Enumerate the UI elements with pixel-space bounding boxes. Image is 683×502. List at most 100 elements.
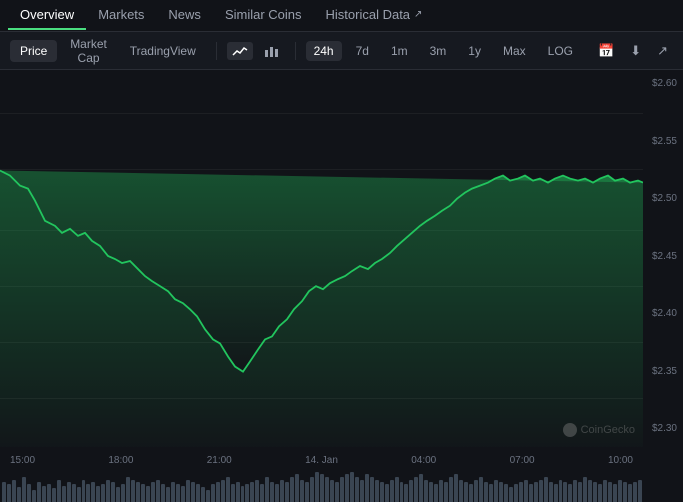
volume-bar xyxy=(52,488,56,502)
y-axis: $2.60 $2.55 $2.50 $2.45 $2.40 $2.35 $2.3… xyxy=(652,70,677,442)
volume-bar xyxy=(499,482,503,502)
volume-bar xyxy=(400,482,404,502)
volume-bar xyxy=(32,490,36,502)
volume-bar xyxy=(156,480,160,502)
volume-bar xyxy=(17,487,21,502)
volume-bar xyxy=(613,484,617,502)
volume-bar xyxy=(534,482,538,502)
1m-button[interactable]: 1m xyxy=(383,41,416,61)
external-link-icon: ↗ xyxy=(414,9,422,20)
volume-bar xyxy=(414,477,418,502)
volume-bar xyxy=(12,480,16,502)
volume-bar xyxy=(380,482,384,502)
tab-overview[interactable]: Overview xyxy=(8,1,86,30)
volume-bar xyxy=(295,474,299,502)
volume-bar xyxy=(37,482,41,502)
tab-similar-coins[interactable]: Similar Coins xyxy=(213,1,314,30)
volume-bar xyxy=(474,480,478,502)
volume-bar xyxy=(365,474,369,502)
download-button[interactable]: ⬇ xyxy=(625,40,646,62)
y-label-4: $2.45 xyxy=(652,251,677,262)
tab-historical-data[interactable]: Historical Data ↗ xyxy=(314,1,435,30)
tab-news[interactable]: News xyxy=(156,1,213,30)
volume-bar xyxy=(116,487,120,502)
volume-bar xyxy=(176,484,180,502)
line-chart-button[interactable] xyxy=(227,42,253,60)
max-button[interactable]: Max xyxy=(495,41,534,61)
volume-bar xyxy=(186,480,190,502)
volume-bar xyxy=(638,480,642,502)
volume-bar xyxy=(439,480,443,502)
volume-bar xyxy=(360,480,364,502)
coingecko-logo xyxy=(563,423,577,437)
volume-bar xyxy=(623,482,627,502)
volume-bar xyxy=(335,482,339,502)
volume-bar xyxy=(524,480,528,502)
volume-bar xyxy=(489,484,493,502)
3m-button[interactable]: 3m xyxy=(422,41,455,61)
24h-button[interactable]: 24h xyxy=(306,41,342,61)
volume-bar xyxy=(593,482,597,502)
y-label-3: $2.50 xyxy=(652,193,677,204)
volume-bar xyxy=(265,477,269,502)
volume-bar xyxy=(464,482,468,502)
price-button[interactable]: Price xyxy=(10,40,57,62)
volume-bar xyxy=(559,480,563,502)
volume-bar xyxy=(255,480,259,502)
volume-bar xyxy=(96,486,100,502)
bar-chart-button[interactable] xyxy=(259,42,285,60)
volume-bar xyxy=(131,480,135,502)
volume-bar xyxy=(434,484,438,502)
tradingview-button[interactable]: TradingView xyxy=(120,40,206,62)
price-chart xyxy=(0,70,643,447)
volume-bar xyxy=(121,484,125,502)
volume-bar xyxy=(404,484,408,502)
volume-bar xyxy=(578,482,582,502)
volume-bar xyxy=(390,480,394,502)
1y-button[interactable]: 1y xyxy=(460,41,489,61)
volume-bar xyxy=(300,480,304,502)
market-cap-button[interactable]: Market Cap xyxy=(59,33,117,69)
volume-bar xyxy=(290,477,294,502)
volume-bar xyxy=(549,482,553,502)
volume-bar xyxy=(568,484,572,502)
volume-bar xyxy=(330,480,334,502)
divider-2 xyxy=(295,42,296,60)
volume-bar xyxy=(245,484,249,502)
volume-bar xyxy=(424,480,428,502)
volume-bar xyxy=(161,484,165,502)
volume-bar xyxy=(241,486,245,502)
volume-bar xyxy=(236,482,240,502)
coingecko-watermark: CoinGecko xyxy=(563,423,635,437)
volume-bar xyxy=(201,487,205,502)
volume-bar xyxy=(603,480,607,502)
volume-bar xyxy=(250,482,254,502)
volume-bar xyxy=(2,482,6,502)
volume-bar xyxy=(539,480,543,502)
volume-bar xyxy=(628,484,632,502)
7d-button[interactable]: 7d xyxy=(348,41,377,61)
volume-bar xyxy=(583,477,587,502)
volume-bar xyxy=(509,487,513,502)
volume-bar xyxy=(514,484,518,502)
y-label-7: $2.30 xyxy=(652,423,677,434)
volume-bar xyxy=(345,474,349,502)
volume-bar xyxy=(444,482,448,502)
volume-bar xyxy=(231,484,235,502)
volume-bar xyxy=(191,482,195,502)
volume-bar xyxy=(111,482,115,502)
volume-bar xyxy=(544,477,548,502)
volume-bar xyxy=(355,477,359,502)
volume-bar xyxy=(618,480,622,502)
expand-button[interactable]: ↗ xyxy=(652,40,673,62)
tab-markets[interactable]: Markets xyxy=(86,1,156,30)
y-label-5: $2.40 xyxy=(652,308,677,319)
calendar-button[interactable]: 📅 xyxy=(593,40,619,62)
volume-bar xyxy=(325,477,329,502)
volume-bar xyxy=(573,480,577,502)
volume-bar xyxy=(320,474,324,502)
volume-bar xyxy=(529,484,533,502)
volume-bar xyxy=(181,486,185,502)
log-button[interactable]: LOG xyxy=(540,41,581,61)
volume-bar xyxy=(196,484,200,502)
